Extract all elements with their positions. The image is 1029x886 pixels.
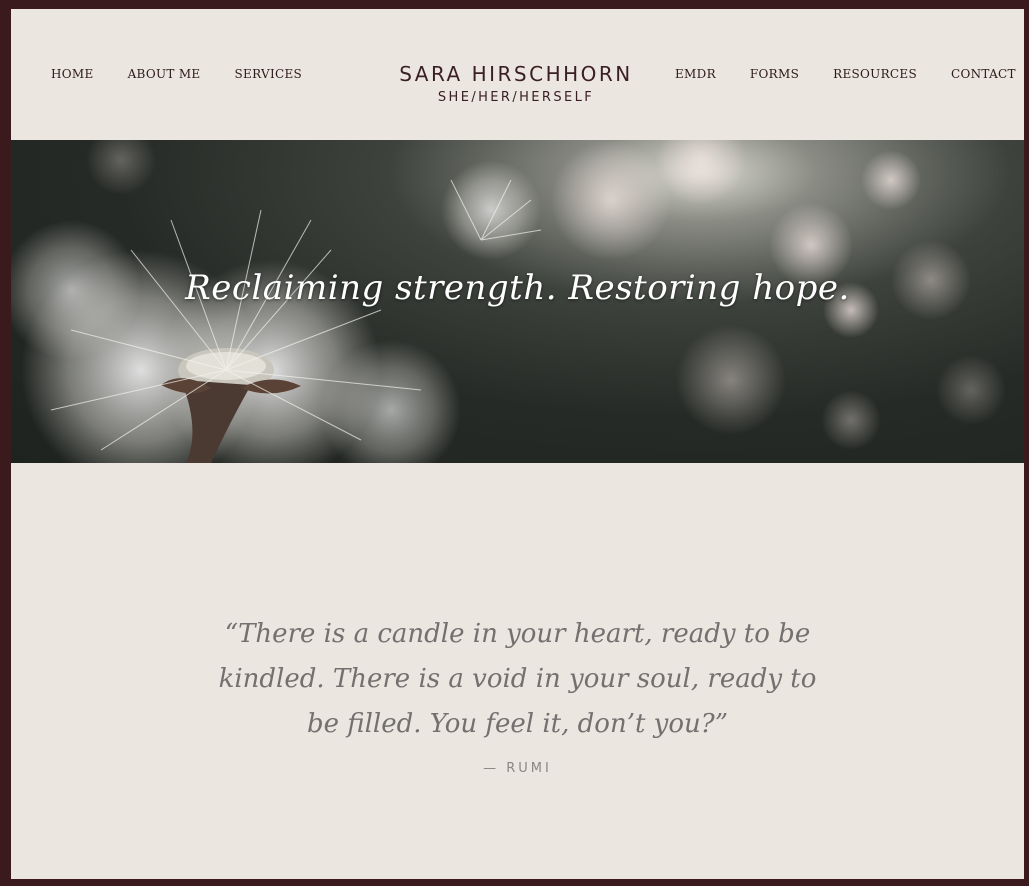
- site-logo[interactable]: SARA HIRSCHHORN SHE/HER/HERSELF: [376, 64, 656, 105]
- brand-name: SARA HIRSCHHORN: [399, 62, 633, 86]
- site-header: HOME ABOUT ME SERVICES SARA HIRSCHHORN S…: [11, 9, 1024, 140]
- nav-home[interactable]: HOME: [51, 67, 94, 81]
- nav-about-me[interactable]: ABOUT ME: [128, 67, 201, 81]
- hero-headline: Reclaiming strength. Restoring hope.: [185, 268, 850, 308]
- quote-text: “There is a candle in your heart, ready …: [218, 619, 817, 739]
- quote-attribution: — RUMI: [483, 761, 552, 776]
- brand-pronouns: SHE/HER/HERSELF: [437, 90, 595, 105]
- nav-left: HOME ABOUT ME SERVICES: [51, 67, 302, 81]
- nav-services[interactable]: SERVICES: [235, 67, 303, 81]
- nav-resources[interactable]: RESOURCES: [833, 67, 917, 81]
- hero-banner: Reclaiming strength. Restoring hope.: [11, 140, 1024, 463]
- quote-section: “There is a candle in your heart, ready …: [11, 612, 1024, 776]
- page-frame: HOME ABOUT ME SERVICES SARA HIRSCHHORN S…: [11, 9, 1024, 879]
- nav-right: EMDR FORMS RESOURCES CONTACT: [675, 67, 1016, 81]
- nav-contact[interactable]: CONTACT: [951, 67, 1016, 81]
- nav-emdr[interactable]: EMDR: [675, 67, 716, 81]
- nav-forms[interactable]: FORMS: [750, 67, 799, 81]
